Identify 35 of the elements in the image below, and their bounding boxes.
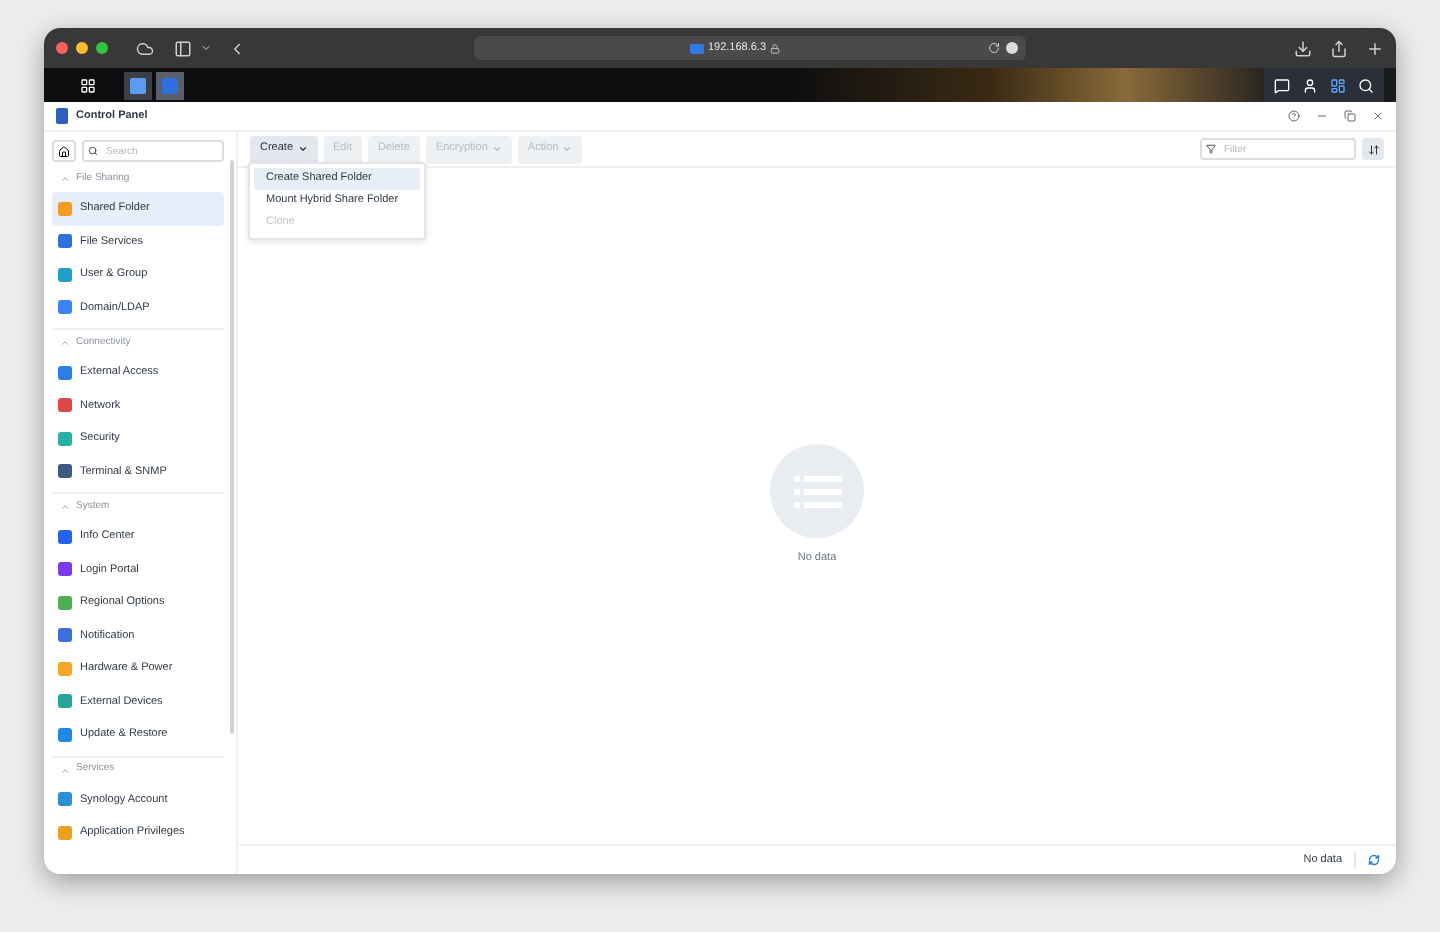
chevron-up-icon (60, 765, 70, 775)
grid-icon[interactable] (80, 77, 96, 93)
widgets-icon[interactable] (1330, 77, 1346, 93)
caret-icon (297, 144, 308, 154)
refresh-icon[interactable] (1368, 854, 1380, 866)
back-icon[interactable] (228, 39, 246, 57)
control-panel-icon (56, 108, 68, 124)
home-icon (58, 145, 70, 157)
search-icon (88, 146, 98, 156)
user-icon[interactable] (1302, 77, 1318, 93)
site-icon (689, 43, 704, 53)
help-icon[interactable] (1288, 110, 1300, 122)
cloud-icon[interactable] (136, 39, 154, 57)
sort-button[interactable] (1362, 138, 1384, 160)
chevron-up-icon (60, 338, 70, 348)
chevron-up-icon (60, 174, 70, 184)
search-icon[interactable] (1358, 77, 1374, 93)
restore-icon[interactable] (1344, 110, 1356, 122)
sort-icon (1367, 143, 1379, 155)
chevron-up-icon (60, 502, 70, 512)
share-icon[interactable] (1330, 39, 1348, 57)
sidebar-icon[interactable] (174, 39, 192, 57)
taskbar-app-icon[interactable] (124, 71, 152, 99)
download-icon[interactable] (1294, 39, 1312, 57)
lock-icon (770, 43, 781, 53)
caret-icon (562, 144, 573, 154)
taskbar-app-icon[interactable] (156, 71, 184, 99)
chat-icon[interactable] (1274, 77, 1290, 93)
filter-icon (1206, 144, 1216, 154)
new-tab-icon[interactable] (1366, 39, 1384, 57)
caret-icon[interactable] (200, 42, 212, 54)
close-icon[interactable] (1372, 110, 1384, 122)
home-button[interactable] (52, 140, 76, 162)
caret-icon (491, 144, 502, 154)
reload-icon[interactable] (988, 42, 1000, 54)
